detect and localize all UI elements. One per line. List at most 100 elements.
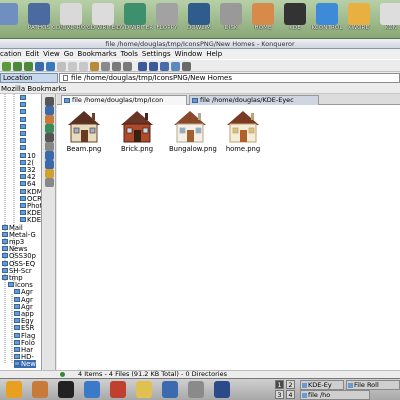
folder-icon xyxy=(64,98,70,103)
paste-icon[interactable] xyxy=(90,62,99,71)
file-name: Brick.png xyxy=(120,145,154,153)
icon-view-icon[interactable] xyxy=(138,62,147,71)
zoom-out-icon[interactable] xyxy=(123,62,132,71)
folder-icon xyxy=(2,267,8,273)
disk-icon xyxy=(220,3,242,25)
folder-icon xyxy=(20,174,26,180)
tree-item-label: KDE-r xyxy=(27,216,41,225)
folder-icon xyxy=(20,181,26,187)
folder-icon xyxy=(14,296,20,302)
menu-view[interactable]: View xyxy=(43,50,60,58)
services-icon[interactable] xyxy=(45,142,54,151)
taskbar-window-button[interactable]: File Roll xyxy=(346,380,400,390)
location-label: Location xyxy=(0,73,58,83)
cut-icon[interactable] xyxy=(68,62,77,71)
desktop-2-button[interactable]: 2 xyxy=(286,380,295,389)
network-icon[interactable] xyxy=(45,124,54,133)
bookmarks-bar: Mozilla Bookmarks xyxy=(0,84,400,94)
detail-view-icon[interactable] xyxy=(171,62,180,71)
launcher-label: KON xyxy=(384,25,398,31)
file-item[interactable]: Brick.png xyxy=(116,108,158,158)
folder-icon xyxy=(20,210,26,216)
file-icon-view: Beam.png Brick.png Bungalow.png home.png xyxy=(57,105,400,370)
back-arrow-icon[interactable] xyxy=(13,62,22,71)
search-icon[interactable] xyxy=(214,381,230,398)
copy-icon[interactable] xyxy=(79,62,88,71)
kmenu-icon[interactable] xyxy=(6,381,22,398)
home-icon[interactable] xyxy=(35,62,44,71)
taskbar-window-button[interactable]: file /ho xyxy=(300,390,370,400)
settings-icon[interactable] xyxy=(182,62,191,71)
home-icon xyxy=(252,3,274,25)
desktop-3-button[interactable]: 3 xyxy=(275,390,284,399)
print-icon[interactable] xyxy=(101,62,110,71)
bookmarks-folder[interactable]: Mozilla Bookmarks xyxy=(1,85,66,93)
house-bungalow-icon xyxy=(174,111,206,143)
file-item[interactable]: Beam.png xyxy=(63,108,105,158)
settings-icon[interactable] xyxy=(45,178,54,187)
folder-icon xyxy=(14,311,20,316)
history-icon[interactable] xyxy=(45,106,54,115)
main-toolbar xyxy=(0,59,400,72)
bookmarks-icon[interactable] xyxy=(45,97,54,106)
konqueror-icon[interactable] xyxy=(84,381,100,398)
navigation-panel-tree: 102(324264KDMOCRPhotKDE-EKDE-rMailMetal-… xyxy=(0,94,42,370)
menu-location[interactable]: Location xyxy=(0,50,22,58)
menu-edit[interactable]: Edit xyxy=(26,50,40,58)
menu-help[interactable]: Help xyxy=(206,50,222,58)
file-name: home.png xyxy=(225,145,261,153)
editor-icon[interactable] xyxy=(136,381,152,398)
file-item[interactable]: Bungalow.png xyxy=(169,108,217,158)
network-icon[interactable] xyxy=(162,381,178,398)
tab-1[interactable]: file /home/douglas/tmp/Icon xyxy=(61,95,187,105)
kcontrol-icon xyxy=(316,3,338,25)
mixer-icon[interactable] xyxy=(188,381,204,398)
menu-bookmarks[interactable]: Bookmarks xyxy=(78,50,117,58)
folder-icon xyxy=(20,95,26,100)
zoom-in-icon[interactable] xyxy=(112,62,121,71)
folder-icon xyxy=(2,239,8,244)
folder-icon xyxy=(20,138,26,144)
file-name: Beam.png xyxy=(66,145,102,153)
up-arrow-icon[interactable] xyxy=(2,62,11,71)
tab-label: file /home/douglas/tmp/Icon xyxy=(72,96,164,104)
terminal-icon[interactable] xyxy=(58,381,74,398)
house-beam-icon xyxy=(68,111,100,143)
folder-icon xyxy=(14,318,20,324)
folder-icon xyxy=(192,98,198,103)
reload-icon[interactable] xyxy=(46,62,55,71)
kon-icon xyxy=(380,3,400,25)
menu-tools[interactable]: Tools xyxy=(121,50,138,58)
tree-item-label: New xyxy=(21,360,36,369)
mail-icon[interactable] xyxy=(110,381,126,398)
stop-icon[interactable] xyxy=(57,62,66,71)
window-icon xyxy=(302,383,307,388)
taskbar-window-button[interactable]: KDE-Ey xyxy=(300,380,344,390)
desktop-1-button[interactable]: 1 xyxy=(275,380,284,389)
menu-window[interactable]: Window xyxy=(175,50,203,58)
location-input[interactable]: file /home/douglas/tmp/IconsPNG/New Home… xyxy=(59,73,400,83)
root-icon[interactable] xyxy=(45,133,54,142)
status-led-icon xyxy=(60,372,65,377)
home-icon[interactable] xyxy=(45,115,54,124)
file-item[interactable]: home.png xyxy=(222,108,264,158)
folder-icon xyxy=(20,188,26,194)
web-icon[interactable] xyxy=(45,160,54,169)
tree-view-icon[interactable] xyxy=(160,62,169,71)
menu-go[interactable]: Go xyxy=(64,50,74,58)
tab-2[interactable]: file /home/douglas/KDE-Eyec xyxy=(189,95,319,105)
tree-item[interactable]: KDE-r xyxy=(20,216,41,225)
menu-settings[interactable]: Settings xyxy=(142,50,171,58)
window-title: file /home/douglas/tmp/IconsPNG/New Home… xyxy=(0,39,400,49)
media-icon[interactable] xyxy=(45,169,54,178)
desktop-4-button[interactable]: 4 xyxy=(286,390,295,399)
folder-icon xyxy=(2,224,8,230)
cdwriter-icon xyxy=(92,3,114,25)
home-icon[interactable] xyxy=(32,381,48,398)
forward-arrow-icon[interactable] xyxy=(24,62,33,71)
sidebar-tree-icon[interactable] xyxy=(45,151,54,160)
folder-icon xyxy=(14,339,20,345)
tree-item[interactable]: New xyxy=(14,360,36,369)
launcher-item-kon[interactable]: KON xyxy=(372,1,400,38)
list-view-icon[interactable] xyxy=(149,62,158,71)
